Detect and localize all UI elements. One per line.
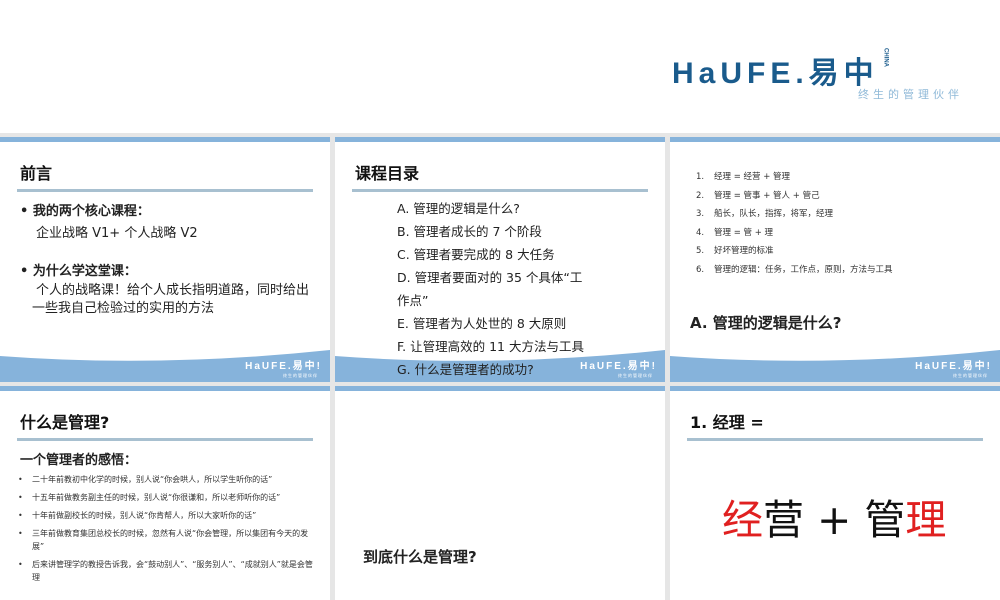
- slide-title: 1. 经理 =: [690, 413, 764, 432]
- divider: [352, 189, 648, 192]
- divider: [17, 438, 313, 441]
- slide-title: 什么是管理?: [20, 413, 110, 432]
- tagline: 终生的管理伙伴: [858, 88, 963, 101]
- divider: [687, 438, 983, 441]
- bullet-label: • 为什么学这堂课：: [20, 264, 137, 279]
- numbered-list: 1. 经理 = 经营 + 管理 2. 管理 = 管事 + 管人 + 管己 3. 船长，…: [696, 172, 893, 275]
- bullet-list: 二十年前教初中化学的时候，别人说“你会哄人，所以学生听你的话”十五年前做教务副主…: [18, 473, 318, 589]
- footer-band: HaUFE.易中! 终生的管理伙伴: [670, 350, 1000, 382]
- bullet-label: • 我的两个核心课程：: [20, 204, 150, 219]
- slide-thumbnail-5[interactable]: 到底什么是管理?: [335, 386, 665, 600]
- header-area: HaUFE.易中 CHINA 终生的管理伙伴: [0, 0, 1000, 133]
- bullet-text: 企业战略 V1+ 个人战略 V2: [36, 226, 198, 241]
- slide-thumbnail-6[interactable]: 1. 经理 = 经营 + 管理: [670, 386, 1000, 600]
- big-formula: 经营 + 管理: [722, 496, 947, 544]
- haufe-logo: HaUFE.易中 CHINA: [672, 48, 889, 90]
- toc-item-g: G. 什么是管理者的成功?: [397, 362, 534, 377]
- slide-title: 前言: [20, 164, 53, 183]
- slide-thumbnail-3[interactable]: 1. 经理 = 经营 + 管理 2. 管理 = 管事 + 管人 + 管己 3. 船长，…: [670, 137, 1000, 382]
- bullet-text: 个人的战略课！给个人成长指明道路，同时给出一些我自己检验过的实用的方法: [32, 283, 310, 316]
- footer-band: HaUFE.易中! 终生的管理伙伴: [0, 350, 330, 382]
- divider: [17, 189, 313, 192]
- slide-thumbnail-2[interactable]: 课程目录 A. 管理的逻辑是什么? B. 管理者成长的 7 个阶段 C. 管理者要完…: [335, 137, 665, 382]
- subtitle: 一个管理者的感悟：: [20, 453, 138, 468]
- toc-list: A. 管理的逻辑是什么? B. 管理者成长的 7 个阶段 C. 管理者要完成的 8 …: [397, 197, 597, 381]
- slide-thumbnail-1[interactable]: 前言 • 我的两个核心课程： 企业战略 V1+ 个人战略 V2 • 为什么学这堂…: [0, 137, 330, 382]
- slide-thumbnail-4[interactable]: 什么是管理? 一个管理者的感悟： 二十年前教初中化学的时候，别人说“你会哄人，所…: [0, 386, 330, 600]
- section-heading: 到底什么是管理?: [363, 548, 477, 566]
- section-heading: A. 管理的逻辑是什么?: [690, 314, 842, 332]
- slide-title: 课程目录: [355, 164, 420, 183]
